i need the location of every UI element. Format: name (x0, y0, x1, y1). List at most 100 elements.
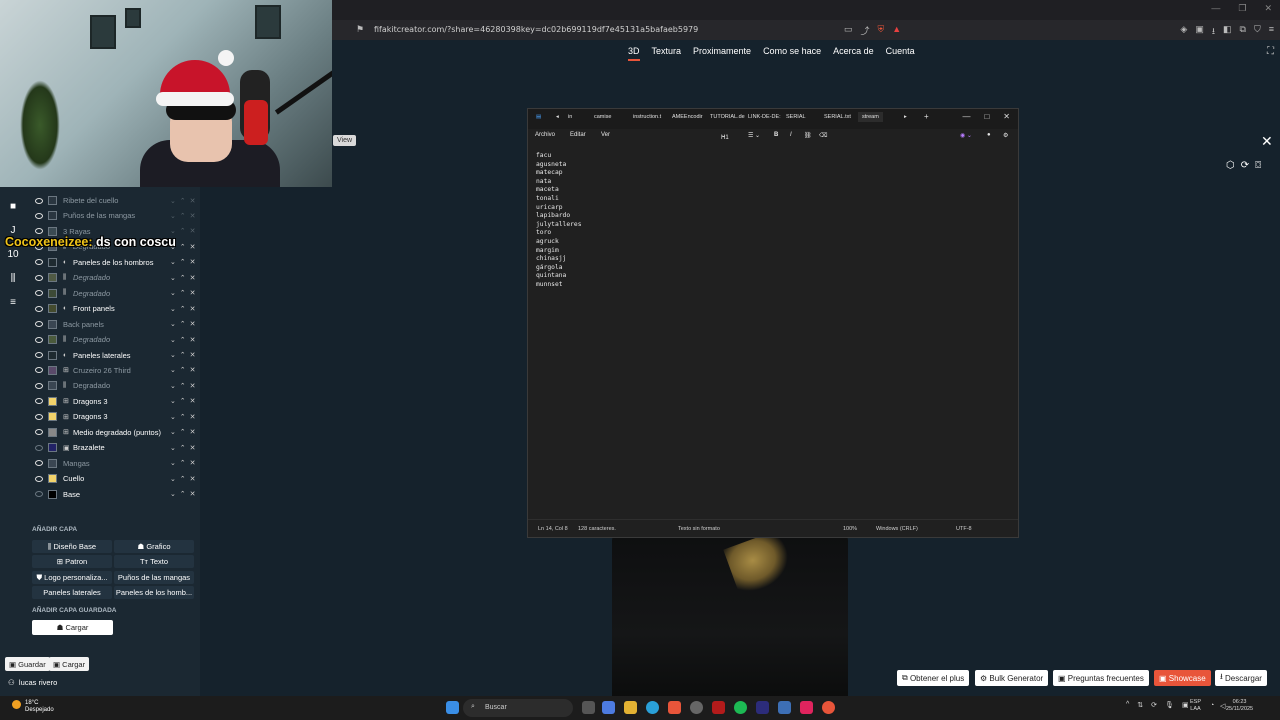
eye-icon[interactable] (35, 413, 43, 420)
add-text-button[interactable]: Tт Texto (114, 555, 194, 568)
zoom-level[interactable]: 100% (843, 526, 857, 532)
vpn-icon[interactable]: ⛉ (1254, 24, 1261, 40)
italic-icon[interactable]: I (790, 132, 792, 138)
heading-select[interactable]: H1 ⌄ (721, 132, 729, 141)
get-plus-button[interactable]: ⧉ Obtener el plus (897, 670, 970, 686)
eye-icon[interactable] (35, 460, 43, 467)
download-icon[interactable]: ⭳ (1212, 24, 1215, 40)
browser-window-controls[interactable]: — ❐ ✕ (1211, 3, 1272, 14)
shirt-icon[interactable]: ■ (7, 201, 19, 213)
showcase-button[interactable]: ▣ Showcase (1154, 670, 1211, 686)
wifi-icon[interactable]: ◔ (1210, 702, 1214, 709)
layer-row[interactable]: ⊞ Cruzeiro 26 Third ⌄ ⌃ ✕ (26, 363, 200, 378)
layer-row[interactable]: Puños de las mangas ⌄ ⌃ ✕ (26, 208, 200, 223)
tab-in[interactable]: in (568, 114, 572, 120)
fullscreen-icon[interactable]: ⛶ (1267, 46, 1274, 57)
sync-icon[interactable]: ⟳ (1151, 701, 1157, 709)
layer-row[interactable]: Cuello ⌄ ⌃ ✕ (26, 471, 200, 486)
color-swatch[interactable] (48, 489, 57, 499)
color-swatch[interactable] (48, 427, 57, 437)
color-swatch[interactable] (48, 257, 57, 267)
layer-controls[interactable]: ⌄ ⌃ ✕ (170, 459, 197, 467)
sidebar-icon[interactable]: ◧ (1223, 24, 1232, 40)
settings-icon[interactable]: ⚙ (1003, 132, 1008, 139)
close-panel-icon[interactable]: ✕ (1261, 133, 1273, 150)
user-name[interactable]: ⚇ lucas rivero (8, 678, 57, 687)
layer-controls[interactable]: ⌄ ⌃ ✕ (170, 258, 197, 266)
account-icon[interactable]: ● (987, 132, 991, 138)
add-graphic-button[interactable]: ☗ Grafico (114, 540, 194, 553)
network-icon[interactable]: ⇅ (1137, 701, 1143, 709)
add-shoulder-panels-button[interactable]: Paneles de los homb... (114, 586, 194, 599)
eye-icon[interactable] (35, 290, 43, 297)
menu-ver[interactable]: Ver (601, 132, 610, 138)
nav-3d[interactable]: 3D (628, 46, 640, 61)
layer-controls[interactable]: ⌄ ⌃ ✕ (170, 490, 197, 498)
layer-row[interactable]: ⫼ Degradado ⌄ ⌃ ✕ (26, 332, 200, 347)
layer-controls[interactable]: ⌄ ⌃ ✕ (170, 351, 197, 359)
color-swatch[interactable] (48, 458, 57, 468)
layer-controls[interactable]: ⌄ ⌃ ✕ (170, 336, 197, 344)
eye-icon[interactable] (35, 475, 43, 482)
chevron-up-icon[interactable]: ^ (1126, 701, 1129, 709)
layer-row[interactable]: Mangas ⌄ ⌃ ✕ (26, 456, 200, 471)
weather-widget[interactable]: 18°C Despejado (25, 700, 54, 714)
eye-icon[interactable] (35, 321, 43, 328)
menu-icon[interactable]: ≡ (1269, 24, 1274, 40)
color-swatch[interactable] (48, 474, 57, 484)
sliders-icon[interactable]: ⫼ (7, 273, 19, 285)
layer-row[interactable]: ◐ Paneles de los hombros ⌄ ⌃ ✕ (26, 255, 200, 270)
spotify-icon[interactable] (734, 701, 747, 714)
add-logo-button[interactable]: ⛊ Logo personaliza... (32, 571, 112, 584)
faq-button[interactable]: ▣ Preguntas frecuentes (1053, 670, 1149, 686)
layer-controls[interactable]: ⌄ ⌃ ✕ (170, 305, 197, 313)
list-icon[interactable]: ☰ ⌄ (748, 132, 760, 139)
layer-controls[interactable]: ⌄ ⌃ ✕ (170, 444, 197, 452)
color-swatch[interactable] (48, 288, 57, 298)
close-icon[interactable]: ✕ (1003, 112, 1010, 121)
share-icon[interactable]: ⤴ (861, 24, 870, 37)
eye-icon[interactable] (35, 367, 43, 374)
layer-row[interactable]: ⊞ Medio degradado (puntos) ⌄ ⌃ ✕ (26, 425, 200, 440)
file-explorer-icon[interactable] (624, 701, 637, 714)
language-indicator[interactable]: ESP LAA (1190, 699, 1201, 713)
tab-stream[interactable]: stream (858, 112, 883, 122)
nav-proximamente[interactable]: Proximamente (693, 46, 751, 61)
eye-icon[interactable] (35, 259, 43, 266)
extensions-icon[interactable]: ◈ (1180, 24, 1187, 40)
shield-icon[interactable]: ⛨ (878, 24, 885, 37)
layer-controls[interactable]: ⌄ ⌃ ✕ (170, 274, 197, 282)
new-tab-icon[interactable]: + (924, 112, 929, 121)
layer-row[interactable]: ⫼ Degradado ⌄ ⌃ ✕ (26, 270, 200, 285)
eye-icon[interactable] (35, 212, 43, 219)
tab-instruction[interactable]: instruction.t (633, 114, 661, 120)
tab-tutorial[interactable]: TUTORIAL.de (710, 114, 745, 120)
layer-row[interactable]: ⫼ Degradado ⌄ ⌃ ✕ (26, 286, 200, 301)
volume-icon[interactable]: ◁ (1220, 702, 1225, 710)
layer-controls[interactable]: ⌄ ⌃ ✕ (170, 413, 197, 421)
edge-icon[interactable] (646, 701, 659, 714)
color-swatch[interactable] (48, 381, 57, 391)
layer-row[interactable]: ◐ Front panels ⌄ ⌃ ✕ (26, 301, 200, 316)
app-icon[interactable] (712, 701, 725, 714)
layer-controls[interactable]: ⌄ ⌃ ✕ (170, 289, 197, 297)
add-base-design-button[interactable]: ⫼ Diseño Base (32, 540, 112, 553)
widgets-icon[interactable] (602, 701, 615, 714)
tiktok-icon[interactable] (800, 701, 813, 714)
color-swatch[interactable] (48, 412, 57, 422)
eye-icon[interactable] (35, 491, 43, 498)
eye-icon[interactable] (35, 398, 43, 405)
menu-editar[interactable]: Editar (570, 132, 586, 138)
layer-controls[interactable]: ⌄ ⌃ ✕ (170, 366, 197, 374)
layer-row[interactable]: ⫼ Degradado ⌄ ⌃ ✕ (26, 378, 200, 393)
copilot-icon[interactable]: ◉ ⌄ (960, 132, 972, 139)
app2-icon[interactable] (756, 701, 769, 714)
minimize-icon[interactable]: — (962, 112, 970, 121)
nav-como-se-hace[interactable]: Como se hace (763, 46, 821, 61)
color-swatch[interactable] (48, 365, 57, 375)
number-tool[interactable]: 10 (7, 249, 19, 261)
clear-format-icon[interactable]: ⌫ (819, 132, 827, 139)
eye-icon[interactable] (35, 336, 43, 343)
nav-cuenta[interactable]: Cuenta (886, 46, 915, 61)
notepad-text[interactable]: facu agusneta matecap nata maceta tonali urica… (536, 152, 582, 290)
